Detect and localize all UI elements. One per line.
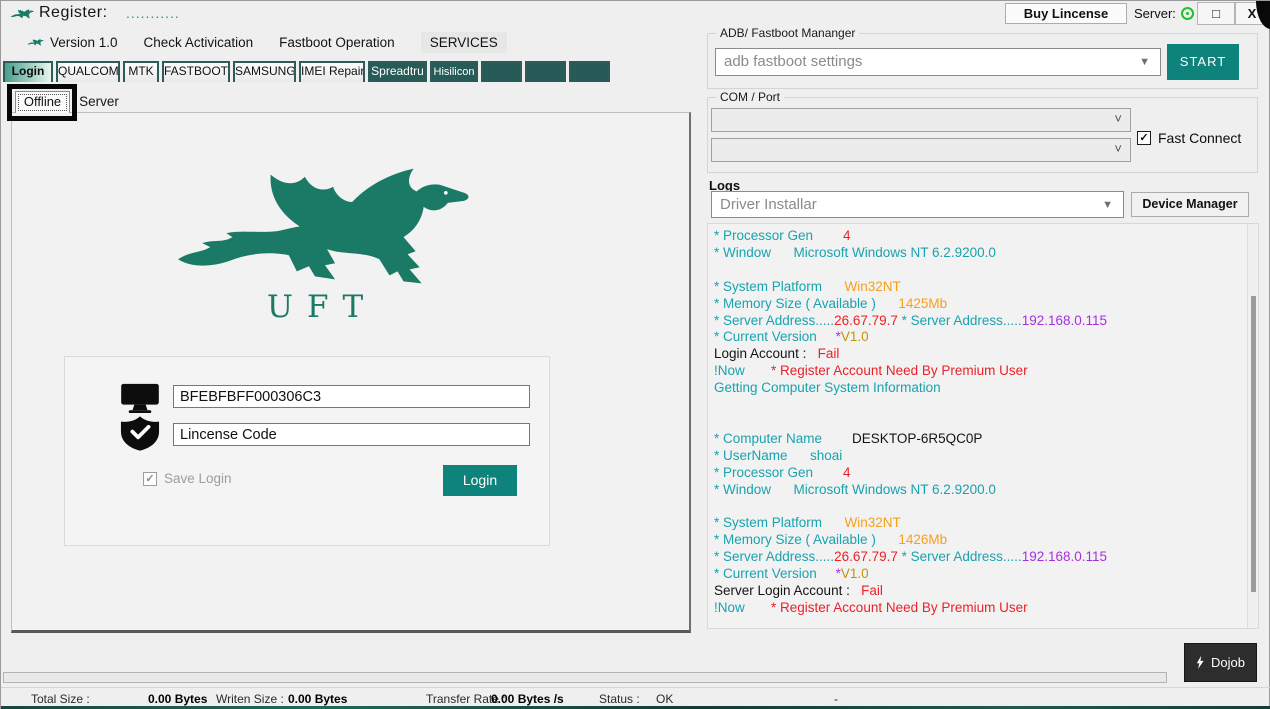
- driver-installer-combo[interactable]: Driver Installar ▼: [711, 191, 1124, 218]
- logo-text: UFT: [162, 289, 482, 325]
- menubar: Version 1.0 Check Activication Fastboot Op…: [27, 31, 507, 53]
- log-line: !Now * Register Account Need By Premium …: [714, 363, 1244, 380]
- save-login-label: Save Login: [164, 471, 232, 486]
- login-tab-page: UFT ✓ Save Login Login: [11, 112, 691, 633]
- log-line: * System Platform Win32NT: [714, 279, 1244, 296]
- driver-combo-value: Driver Installar: [720, 196, 817, 213]
- dojob-label: Dojob: [1211, 655, 1245, 670]
- com-port-combo-1[interactable]: ˅: [711, 108, 1131, 132]
- lightning-icon: [1196, 655, 1204, 670]
- written-size-label: Writen Size :: [216, 692, 284, 706]
- total-size-label: Total Size :: [31, 692, 90, 706]
- log-line: * Window Microsoft Windows NT 6.2.9200.0: [714, 482, 1244, 499]
- main-tabs: LoginQUALCOMMTKFASTBOOTSAMSUNGIMEI Repai…: [3, 61, 610, 82]
- menu-item-services[interactable]: SERVICES: [421, 32, 507, 53]
- fast-connect-check-icon: ✓: [1137, 131, 1151, 145]
- dragon-logo: [170, 155, 472, 289]
- app-window: Register: ........... Buy Lincense Serve…: [0, 0, 1270, 709]
- start-button[interactable]: START: [1167, 44, 1239, 80]
- log-line: [714, 499, 1244, 516]
- menu-item-fastboot-operation[interactable]: Fastboot Operation: [279, 35, 395, 50]
- adb-group-label: ADB/ Fastboot Mananger: [716, 26, 859, 40]
- server-label: Server:: [1134, 6, 1176, 21]
- login-form-box: ✓ Save Login Login: [64, 356, 550, 546]
- device-manager-button[interactable]: Device Manager: [1131, 192, 1249, 217]
- com-group-label: COM / Port: [716, 90, 784, 104]
- adb-combo-value: adb fastboot settings: [724, 53, 862, 70]
- log-line: * Server Address.....26.67.79.7 * Server…: [714, 549, 1244, 566]
- status-value: OK: [656, 692, 673, 706]
- log-output: * Processor Gen 4* Window Microsoft Wind…: [707, 223, 1259, 629]
- log-line: [714, 262, 1244, 279]
- log-line: * UserName shoai: [714, 448, 1244, 465]
- register-dots: ...........: [126, 5, 180, 21]
- log-line: [714, 397, 1244, 414]
- log-line: * Memory Size ( Available ) 1426Mb: [714, 532, 1244, 549]
- fast-connect-checkbox[interactable]: ✓ Fast Connect: [1137, 130, 1241, 146]
- chevron-down-icon: ▼: [1102, 199, 1113, 211]
- log-line: * Processor Gen 4: [714, 228, 1244, 245]
- dragon-menu-icon: [27, 35, 44, 49]
- tab-hisilicon[interactable]: Hisilicon: [430, 61, 478, 82]
- tab-samsung[interactable]: SAMSUNG: [233, 61, 296, 82]
- log-line: * Memory Size ( Available ) 1425Mb: [714, 296, 1244, 313]
- progress-bar: [3, 672, 1167, 683]
- com-port-combo-2[interactable]: ˅: [711, 138, 1131, 162]
- hwid-input[interactable]: [173, 385, 530, 408]
- menu-item-check-activication[interactable]: Check Activication: [144, 35, 254, 50]
- total-size-value: 0.00 Bytes: [148, 692, 207, 706]
- save-login-checkbox[interactable]: ✓ Save Login: [143, 471, 232, 486]
- log-line: [714, 414, 1244, 431]
- fast-connect-label: Fast Connect: [1158, 130, 1241, 146]
- tab-blank-10[interactable]: [569, 61, 610, 82]
- log-line: * Window Microsoft Windows NT 6.2.9200.0: [714, 245, 1244, 262]
- log-scrollbar: [1247, 224, 1258, 628]
- tab-server[interactable]: Server: [75, 94, 123, 113]
- tab-qualcom[interactable]: QUALCOM: [56, 61, 120, 82]
- tab-login[interactable]: Login: [3, 61, 53, 82]
- log-line: * Server Address.....26.67.79.7 * Server…: [714, 313, 1244, 330]
- tab-spreadtru[interactable]: Spreadtru: [368, 61, 427, 82]
- log-line: * Computer Name DESKTOP-6R5QC0P: [714, 431, 1244, 448]
- status-dash: -: [834, 692, 838, 706]
- dragon-app-icon: [10, 4, 34, 23]
- tab-fastboot[interactable]: FASTBOOT: [162, 61, 230, 82]
- server-status-icon: [1181, 7, 1194, 20]
- scrollbar-thumb[interactable]: [1251, 296, 1256, 592]
- license-code-input[interactable]: [173, 423, 530, 446]
- tab-mtk[interactable]: MTK: [123, 61, 159, 82]
- statusbar: Total Size : 0.00 Bytes Writen Size : 0.…: [1, 687, 1270, 706]
- tab-imei-repair[interactable]: IMEI Repair: [299, 61, 365, 82]
- log-line: * Current Version *V1.0: [714, 566, 1244, 583]
- log-line: Getting Computer System Information: [714, 380, 1244, 397]
- save-login-check-icon: ✓: [143, 472, 157, 486]
- titlebar: Register: ........... Buy Lincense Serve…: [1, 1, 1270, 27]
- log-line: * System Platform Win32NT: [714, 515, 1244, 532]
- monitor-icon: [119, 382, 161, 414]
- annotation-highlight-box: [7, 84, 77, 121]
- chevron-down-icon: ˅: [1114, 141, 1122, 156]
- adb-settings-combo[interactable]: adb fastboot settings ▼: [715, 48, 1161, 76]
- log-line: * Processor Gen 4: [714, 465, 1244, 482]
- chevron-down-icon: ˅: [1114, 111, 1122, 126]
- written-size-value: 0.00 Bytes: [288, 692, 347, 706]
- buy-license-button[interactable]: Buy Lincense: [1005, 3, 1127, 24]
- log-line: * Current Version *V1.0: [714, 329, 1244, 346]
- maximize-button[interactable]: □: [1197, 2, 1235, 25]
- shield-check-icon: [120, 416, 160, 451]
- login-button[interactable]: Login: [443, 465, 517, 496]
- chevron-down-icon: ▼: [1139, 56, 1150, 68]
- log-line: Login Account : Fail: [714, 346, 1244, 363]
- log-line: Server Login Account : Fail: [714, 583, 1244, 600]
- log-line: !Now * Register Account Need By Premium …: [714, 600, 1244, 617]
- tab-blank-8[interactable]: [481, 61, 522, 82]
- register-label: Register:: [39, 4, 108, 22]
- transfer-rate-value: 0.00 Bytes /s: [491, 692, 564, 706]
- tab-blank-9[interactable]: [525, 61, 566, 82]
- dojob-button[interactable]: Dojob: [1184, 643, 1257, 682]
- menu-item-version-1-0[interactable]: Version 1.0: [50, 35, 118, 50]
- log-lines: * Processor Gen 4* Window Microsoft Wind…: [714, 228, 1244, 617]
- status-label: Status :: [599, 692, 640, 706]
